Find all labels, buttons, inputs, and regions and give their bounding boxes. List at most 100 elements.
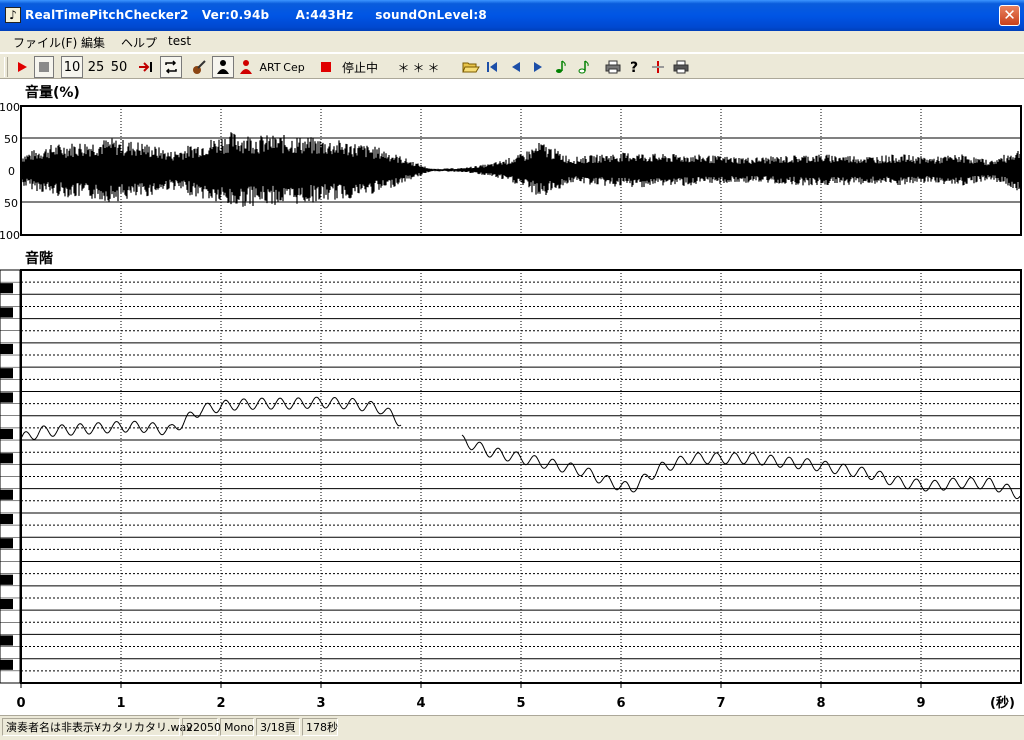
window-title: RealTimePitchChecker2 Ver:0.94b A:443Hz … [25,8,487,22]
help-button[interactable]: ? [626,56,644,78]
time-tick-label: 2 [216,696,225,711]
singer-female-button[interactable] [236,56,256,78]
red-square-icon [321,62,331,72]
status-duration: 178秒 [302,718,338,736]
printer-alt-icon [673,60,689,74]
volume-tick-label: 100 [0,229,20,242]
piano-black-key [0,307,13,318]
person-icon [217,60,229,74]
stop-icon [39,62,49,72]
status-samplerate: 22050 [182,718,221,736]
note-green-alt-button[interactable] [575,56,593,78]
volume-title: 音量(%) [25,84,80,101]
marker-button[interactable] [649,56,667,78]
music-note-outline-icon [578,60,589,74]
step-back-button[interactable] [507,56,525,78]
time-tick-label: 9 [916,696,925,711]
menu-help[interactable]: ヘルプ [121,34,157,51]
skip-start-button[interactable] [483,56,501,78]
time-tick-label: 0 [16,696,25,711]
svg-text:?: ? [630,60,638,75]
menu-test[interactable]: test [168,34,191,48]
time-tick-label: 8 [816,696,825,711]
note-green-button[interactable] [552,56,570,78]
toolbar: 10 25 50 ART Cep 停止中 ＊＊＊ ? [0,53,1024,79]
status-channels: Mono [220,718,254,736]
plot-area: 音量(%) 100 50 0 50 100 音階 0 1 2 3 4 5 6 7 8 9 (秒) [0,80,1024,714]
menu-file[interactable]: ファイル(F) [13,34,77,51]
volume-tick-label: 50 [4,197,18,210]
piano-black-key [0,659,13,670]
piano-black-key [0,428,13,440]
piano-black-key [0,489,13,500]
folder-open-icon [462,62,480,73]
play-button[interactable] [12,56,32,78]
menu-edit[interactable]: 編集 [81,34,105,51]
print-button[interactable] [603,56,623,78]
time-axis: 0 1 2 3 4 5 6 7 8 9 (秒) [16,683,1015,711]
app-window: ♪ RealTimePitchChecker2 Ver:0.94b A:443H… [0,0,1024,740]
piano-black-key [0,574,13,585]
zoom-50-button[interactable]: 50 [108,56,130,78]
triangle-right-icon [534,62,542,72]
status-filename: 演奏者名は非表示¥カタリカタリ.wav [2,718,193,736]
violin-icon [193,60,206,74]
step-forward-button[interactable] [529,56,547,78]
piano-black-key [0,513,13,525]
close-button[interactable]: ✕ [999,5,1020,26]
person-red-icon [240,60,252,74]
red-marker-icon [652,61,664,73]
piano-black-key [0,392,13,403]
art-button[interactable]: ART [259,56,281,78]
status-label: 停止中 [341,60,378,75]
jump-end-button[interactable] [136,56,156,78]
volume-tick-label: 50 [4,133,18,146]
status-page: 3/18頁 [256,718,300,736]
time-unit-label: (秒) [990,695,1015,711]
title-bar[interactable]: ♪ RealTimePitchChecker2 Ver:0.94b A:443H… [0,0,1024,31]
triangle-left-icon [512,62,520,72]
volume-panel: 音量(%) 100 50 0 50 100 [0,84,1022,242]
menu-bar: ファイル(F) 編集 ヘルプ test [0,31,1024,52]
pitch-title: 音階 [25,250,53,267]
stop-button[interactable] [34,56,54,78]
note-display: ＊＊＊ [397,60,443,75]
piano-keyboard[interactable] [0,269,21,684]
pitch-panel: 音階 [0,250,1022,684]
zoom-10-button[interactable]: 10 [61,56,83,78]
zoom-25-button[interactable]: 25 [85,56,107,78]
time-tick-label: 5 [516,696,525,711]
singer-male-button[interactable] [212,56,234,78]
volume-tick-label: 100 [0,101,20,114]
cep-button[interactable]: Cep [283,56,305,78]
time-tick-label: 1 [116,696,125,711]
time-tick-label: 7 [716,696,725,711]
play-icon [18,62,27,72]
record-stop-button[interactable] [316,56,336,78]
piano-black-key [0,538,13,549]
arrow-to-bar-icon [139,62,152,72]
volume-tick-label: 0 [8,165,15,178]
printer-icon [605,60,621,74]
app-note-icon: ♪ [5,7,21,23]
piano-black-key [0,283,13,294]
piano-black-key [0,453,13,464]
open-file-button[interactable] [460,56,482,78]
piano-black-key [0,368,13,379]
piano-black-key [0,635,13,646]
violin-button[interactable] [188,56,210,78]
loop-button[interactable] [160,56,182,78]
piano-black-key [0,343,13,355]
time-tick-label: 4 [416,696,425,711]
time-tick-label: 3 [316,696,325,711]
print-setup-button[interactable] [671,56,691,78]
question-icon: ? [630,60,638,75]
piano-black-key [0,598,13,610]
loop-icon [165,60,177,74]
status-bar: 演奏者名は非表示¥カタリカタリ.wav 22050 Mono 3/18頁 178… [0,715,1024,740]
toolbar-grip [4,57,8,77]
time-tick-label: 6 [616,696,625,711]
skip-back-icon [487,62,497,72]
music-note-icon [556,60,566,73]
analysis-chart[interactable]: 音量(%) 100 50 0 50 100 音階 0 1 2 3 4 5 6 7 8 9 (秒) [0,80,1024,714]
